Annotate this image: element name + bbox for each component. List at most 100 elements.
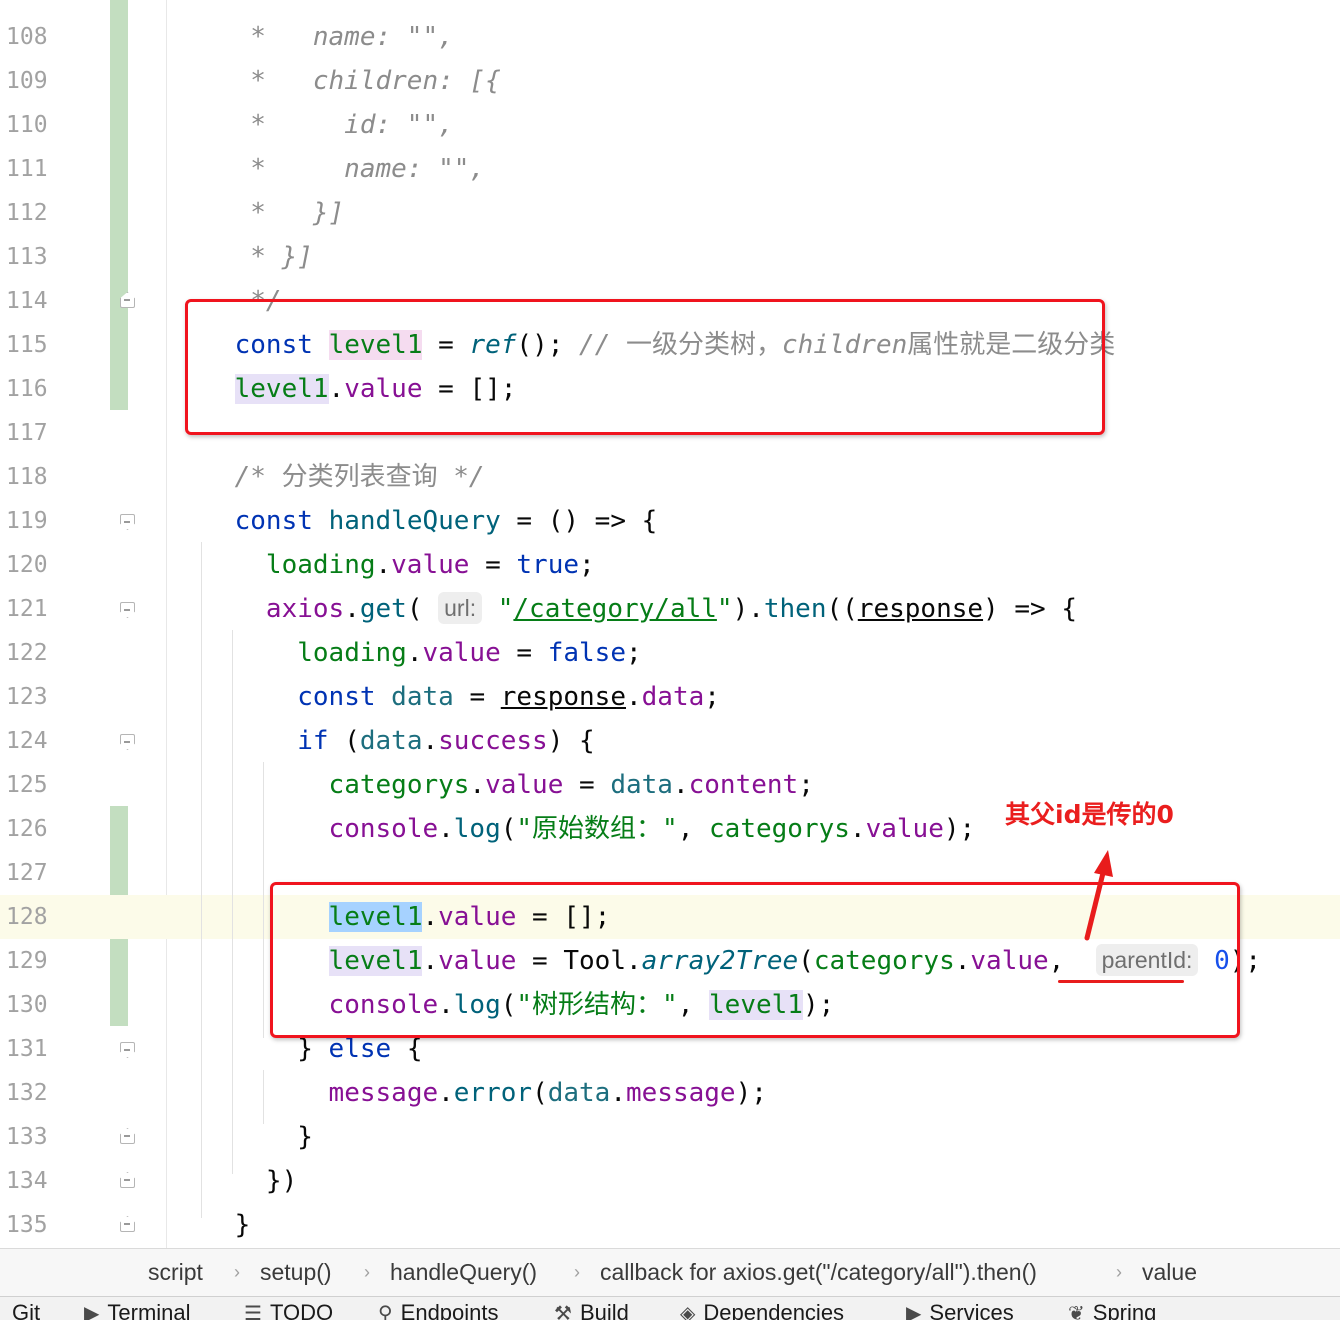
line-number[interactable]: 108 [6,15,48,59]
code-text[interactable]: if (data.success) { [172,719,595,763]
line-number[interactable]: 126 [6,807,48,851]
line-number[interactable]: 117 [6,411,48,455]
line-number[interactable]: 125 [6,763,48,807]
chevron-right-icon: › [364,1262,370,1282]
code-text[interactable]: loading.value = false; [172,631,641,675]
tool-window-bar: Git ▶ Terminal ☰ TODO ⚲ Endpoints ⚒ Build ◈ Depend… [0,1296,1340,1320]
code-token: * children: [{ [172,66,501,96]
line-number[interactable]: 135 [6,1203,48,1247]
code-text[interactable]: }) [172,1159,297,1203]
line-number[interactable]: 121 [6,587,48,631]
line-number[interactable]: 110 [6,103,48,147]
code-token: false [547,638,626,668]
tool-window-git[interactable]: Git [12,1299,40,1320]
code-token: value [485,770,564,800]
tool-window-services[interactable]: ▶ Services [906,1299,1014,1320]
line-number[interactable]: 120 [6,543,48,587]
line-number[interactable]: 128 [6,895,48,939]
tool-window-terminal[interactable]: ▶ Terminal [84,1299,191,1320]
code-token: * id: "", [172,110,454,140]
code-line[interactable]: 118 /* 分类列表查询 */ [0,455,1340,499]
tool-window-build[interactable]: ⚒ Build [554,1299,629,1320]
tool-window-todo[interactable]: ☰ TODO [244,1299,333,1320]
tool-window-label: Terminal [107,1300,191,1320]
code-token: . [375,550,392,580]
code-token: value [422,638,501,668]
code-token: console [328,814,439,844]
code-text[interactable]: const data = response.data; [172,675,720,719]
line-number[interactable]: 118 [6,455,48,499]
code-text[interactable]: loading.value = true; [172,543,595,587]
code-line[interactable]: 109 * children: [{ [0,59,1340,103]
code-token: const [297,682,376,712]
line-number[interactable]: 111 [6,147,48,191]
line-number[interactable]: 124 [6,719,48,763]
code-text[interactable]: categorys.value = data.content; [172,763,814,807]
line-number[interactable]: 115 [6,323,48,367]
spring-icon: ❦ [1068,1303,1085,1320]
code-token: const [234,506,313,536]
line-number[interactable]: 132 [6,1071,48,1115]
code-text[interactable]: } [172,1115,313,1159]
breadcrumb-item[interactable]: callback for axios.get("/category/all").… [600,1249,1037,1295]
code-text[interactable]: axios.get( url: "/category/all").then((r… [172,587,1077,631]
tool-window-spring[interactable]: ❦ Spring [1068,1299,1156,1320]
code-line[interactable]: 110 * id: "", [0,103,1340,147]
code-line[interactable]: 108 * name: "", [0,15,1340,59]
line-number[interactable]: 130 [6,983,48,1027]
line-number[interactable]: 113 [6,235,48,279]
code-text[interactable]: * id: "", [172,103,454,147]
indent-guide [263,762,264,1038]
breadcrumb-item[interactable]: setup() [260,1249,332,1295]
code-text[interactable]: * name: "", [172,147,485,191]
indent-guide [201,542,202,1218]
breadcrumb-item[interactable]: handleQuery() [390,1249,537,1295]
code-text[interactable]: * name: "", [172,15,454,59]
tool-window-dependencies[interactable]: ◈ Dependencies [680,1299,844,1320]
code-token: true [516,550,580,580]
line-number[interactable]: 133 [6,1115,48,1159]
line-number[interactable]: 119 [6,499,48,543]
code-token: /category/all [513,594,717,624]
code-text[interactable]: console.log("原始数组：", categorys.value); [172,807,976,851]
indent-guide [263,1070,264,1124]
tool-window-endpoints[interactable]: ⚲ Endpoints [378,1299,499,1320]
code-text[interactable]: * children: [{ [172,59,501,103]
code-line[interactable]: 119 const handleQuery = () => { [0,499,1340,543]
code-line[interactable]: 112 * }] [0,191,1340,235]
line-number[interactable]: 134 [6,1159,48,1203]
code-editor[interactable]: 108 * name: "", 109 * children: [{110 * i… [0,0,1340,1248]
line-number[interactable]: 127 [6,851,48,895]
todo-icon: ☰ [244,1303,262,1320]
line-number[interactable]: 114 [6,279,48,323]
code-token: ); [943,814,976,844]
line-number[interactable]: 109 [6,59,48,103]
line-number[interactable]: 122 [6,631,48,675]
indent-guide [232,630,233,1174]
dependencies-icon: ◈ [680,1303,696,1320]
tool-window-label: Git [12,1300,41,1320]
breadcrumb-item[interactable]: script [148,1249,203,1295]
line-number[interactable]: 123 [6,675,48,719]
code-text[interactable]: * }] [172,235,313,279]
terminal-icon: ▶ [84,1303,100,1320]
chevron-right-icon: › [574,1262,580,1282]
breadcrumb-item[interactable]: value [1142,1249,1197,1295]
code-text[interactable]: /* 分类列表查询 */ [172,455,485,499]
line-number[interactable]: 131 [6,1027,48,1071]
code-line[interactable]: 113 * }] [0,235,1340,279]
code-token: categorys [709,814,850,844]
line-number[interactable]: 116 [6,367,48,411]
code-text[interactable]: const handleQuery = () => { [172,499,658,543]
code-text[interactable]: message.error(data.message); [172,1071,767,1115]
code-line[interactable]: 111 * name: "", [0,147,1340,191]
code-token: data [391,682,454,712]
code-text[interactable]: * }] [172,191,344,235]
code-token: ) { [547,726,595,756]
code-text[interactable]: } [172,1203,251,1247]
line-number[interactable]: 112 [6,191,48,235]
line-number[interactable]: 129 [6,939,48,983]
breadcrumb: script › setup() › handleQuery() › callback fo… [0,1248,1340,1296]
